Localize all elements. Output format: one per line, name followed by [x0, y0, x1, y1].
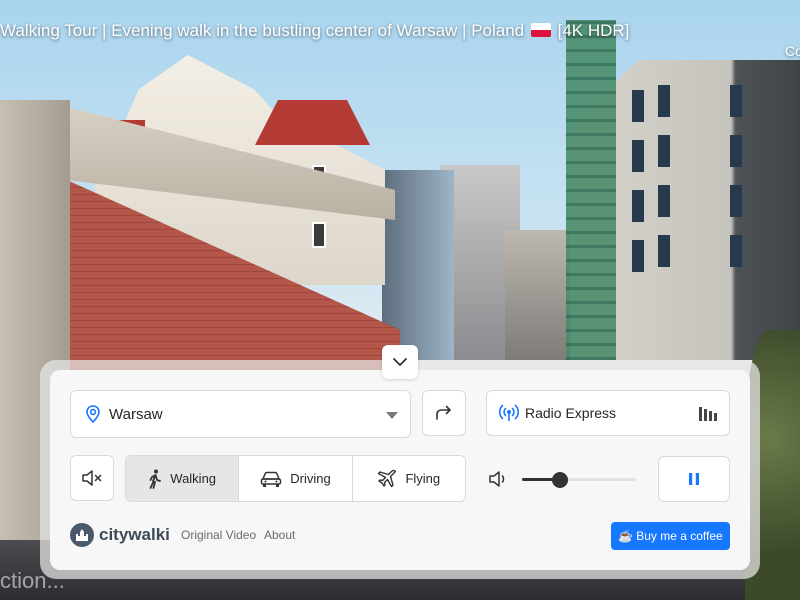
tab-walking[interactable]: Walking: [126, 456, 240, 501]
caret-down-icon: [386, 412, 398, 419]
logo-text: citywalki: [99, 525, 170, 544]
about-link[interactable]: About: [264, 528, 295, 542]
radio-station-select[interactable]: Radio Express: [486, 390, 730, 436]
bg-window: [730, 85, 742, 117]
bg-window: [632, 90, 644, 122]
speaker-icon: [489, 471, 505, 487]
buy-coffee-label: Buy me a coffee: [636, 529, 723, 543]
tab-flying[interactable]: Flying: [353, 456, 465, 501]
bg-window: [312, 222, 326, 248]
airplane-icon: [378, 469, 397, 487]
walking-person-icon: [149, 469, 162, 489]
location-select[interactable]: Warsaw: [70, 390, 411, 438]
bg-window: [658, 85, 670, 117]
bg-window: [658, 235, 670, 267]
shuffle-location-button[interactable]: [422, 390, 466, 436]
car-icon: [261, 471, 282, 487]
redo-arrow-icon: [436, 405, 451, 420]
bg-window: [632, 190, 644, 222]
tab-flying-label: Flying: [405, 471, 441, 486]
original-video-link[interactable]: Original Video: [181, 528, 256, 542]
bg-window: [632, 140, 644, 172]
collapse-panel-button[interactable]: [382, 345, 418, 379]
pause-icon: [689, 473, 699, 485]
video-title-text: Walking Tour | Evening walk in the bustl…: [0, 21, 525, 40]
pause-button[interactable]: [658, 456, 730, 502]
bg-window: [730, 235, 742, 267]
bg-window: [730, 185, 742, 217]
audio-bars-icon: [699, 407, 717, 421]
volume-slider-handle[interactable]: [551, 472, 568, 488]
bg-window: [730, 135, 742, 167]
bg-roof: [255, 100, 370, 145]
map-pin-icon: [86, 405, 100, 424]
coffee-cup-icon: ☕: [618, 529, 634, 543]
bg-scaffold: [566, 20, 616, 360]
travel-mode-tabs: Walking Driving Flying: [125, 455, 466, 502]
video-channel-text: Co: [785, 43, 800, 59]
volume-slider[interactable]: [522, 470, 636, 490]
tab-driving-label: Driving: [290, 471, 331, 486]
broadcast-icon: [499, 404, 519, 421]
mute-button[interactable]: [70, 455, 114, 501]
castle-logo-icon: [70, 523, 94, 547]
bg-window: [658, 135, 670, 167]
citywalki-logo[interactable]: citywalki: [70, 523, 170, 547]
bg-window: [658, 185, 670, 217]
tab-driving[interactable]: Driving: [239, 456, 353, 501]
speaker-muted-icon: [82, 470, 102, 486]
tab-walking-label: Walking: [170, 471, 217, 486]
bg-building: [505, 230, 570, 360]
poland-flag-icon: [530, 23, 551, 37]
bg-window: [632, 240, 644, 272]
buy-coffee-button[interactable]: ☕ Buy me a coffee: [611, 522, 730, 550]
location-select-value: Warsaw: [109, 405, 163, 423]
radio-station-name: Radio Express: [525, 405, 617, 421]
video-title: Walking Tour | Evening walk in the bustl…: [0, 21, 629, 41]
chevron-down-icon: [393, 357, 407, 366]
video-title-suffix: [4K HDR]: [557, 21, 630, 40]
